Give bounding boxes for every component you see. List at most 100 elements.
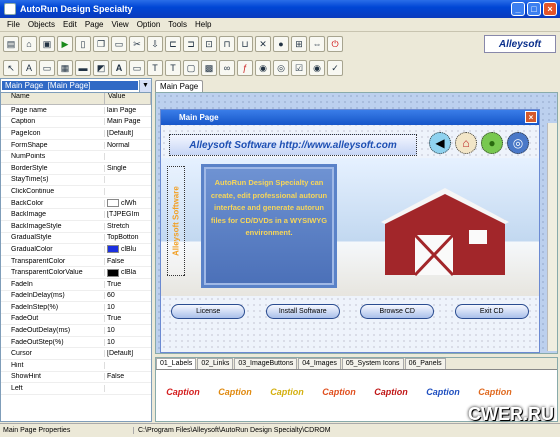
minimize-button[interactable]: _	[511, 2, 525, 16]
menu-file[interactable]: File	[3, 20, 24, 29]
property-row[interactable]: FadeOutDelay(ms) 10	[1, 325, 151, 337]
property-value[interactable]: 10	[105, 339, 151, 346]
text-box-icon[interactable]: T	[147, 60, 163, 76]
property-row[interactable]: NumPoints	[1, 151, 151, 163]
caption-sample[interactable]: Caption	[264, 378, 310, 406]
property-row[interactable]: FadeOut True	[1, 314, 151, 326]
panel-icon[interactable]: ▬	[75, 60, 91, 76]
property-row[interactable]: PageIcon [Default]	[1, 128, 151, 140]
property-row[interactable]: FormShape Normal	[1, 140, 151, 152]
copy-icon[interactable]: ❐	[93, 36, 109, 52]
property-row[interactable]: FadeOutStep(%) 10	[1, 337, 151, 349]
exit-cd-button[interactable]: Exit CD	[454, 304, 529, 319]
resize-icon[interactable]: ⊞	[291, 36, 307, 52]
align-bottom-icon[interactable]: ⊔	[237, 36, 253, 52]
back-icon[interactable]: ◀	[429, 132, 451, 154]
property-row[interactable]: Cursor [Default]	[1, 348, 151, 361]
caption-sample[interactable]: Caption	[472, 378, 518, 406]
new-icon[interactable]: ▤	[3, 36, 19, 52]
caption-sample[interactable]: Caption	[368, 378, 414, 406]
caption-sample[interactable]: Caption	[212, 378, 258, 406]
install-software-button[interactable]: Install Software	[265, 304, 340, 319]
menu-help[interactable]: Help	[191, 20, 215, 29]
property-value[interactable]: 10	[105, 304, 151, 311]
rich-text-icon[interactable]: T	[165, 60, 181, 76]
property-value[interactable]: lain Page	[105, 107, 151, 114]
tab-links[interactable]: 02_Links	[197, 358, 234, 369]
property-value[interactable]: Normal	[105, 142, 151, 149]
property-row[interactable]: TransparentColorValue clBla	[1, 267, 151, 279]
text-icon[interactable]: A	[21, 60, 37, 76]
menu-option[interactable]: Option	[133, 20, 165, 29]
tab-panels[interactable]: 06_Panels	[404, 358, 446, 369]
caption-sample[interactable]: Caption	[420, 378, 466, 406]
property-row[interactable]: FadeIn True	[1, 279, 151, 291]
property-value[interactable]: True	[105, 315, 151, 322]
shape-icon[interactable]: ◩	[93, 60, 109, 76]
close-button[interactable]: ×	[543, 2, 557, 16]
menu-page[interactable]: Page	[81, 20, 108, 29]
property-value[interactable]: Main Page	[105, 118, 151, 125]
image-button-icon[interactable]: ▩	[201, 60, 217, 76]
tab-images[interactable]: 04_Images	[298, 358, 341, 369]
lock-icon[interactable]: ●	[273, 36, 289, 52]
property-value[interactable]: Stretch	[105, 223, 151, 230]
property-row[interactable]: BackImage [TJPEGIm	[1, 209, 151, 221]
power-icon[interactable]: ⏻	[327, 36, 343, 52]
object-selector[interactable]: Main Page [Main Page] ▼	[1, 79, 151, 93]
tab-system-icons[interactable]: 05_System Icons	[341, 358, 404, 369]
property-value[interactable]: [Default]	[105, 350, 151, 357]
checkbox-icon[interactable]: ☑	[291, 60, 307, 76]
property-value[interactable]: [TJPEGIm	[105, 211, 151, 218]
property-row[interactable]: BackColor clWh	[1, 198, 151, 210]
design-canvas[interactable]: Main Page × Alleysoft Software http://ww…	[155, 92, 558, 354]
tick-icon[interactable]: ✓	[327, 60, 343, 76]
flash-icon[interactable]: ƒ	[237, 60, 253, 76]
menu-tools[interactable]: Tools	[164, 20, 191, 29]
property-row[interactable]: StayTime(s)	[1, 175, 151, 187]
maximize-button[interactable]: □	[527, 2, 541, 16]
property-row[interactable]: TransparentColor False	[1, 256, 151, 268]
menu-view[interactable]: View	[108, 20, 133, 29]
pointer-icon[interactable]: ↖	[3, 60, 19, 76]
paste-icon[interactable]: ▭	[111, 36, 127, 52]
page-icon[interactable]: ▯	[75, 36, 91, 52]
radio-icon[interactable]: ◉	[309, 60, 325, 76]
bold-text-icon[interactable]: A	[111, 60, 127, 76]
property-value[interactable]: False	[105, 258, 151, 265]
description-text[interactable]: AutoRun Design Specialty can create, edi…	[201, 164, 337, 288]
property-row[interactable]: Caption Main Page	[1, 117, 151, 129]
save-icon[interactable]: ▣	[39, 36, 55, 52]
property-row[interactable]: ClickContinue	[1, 186, 151, 198]
line-icon[interactable]: ▭	[129, 60, 145, 76]
image-icon[interactable]: ▦	[57, 60, 73, 76]
button-icon[interactable]: ▢	[183, 60, 199, 76]
tab-image-buttons[interactable]: 03_ImageButtons	[234, 358, 298, 369]
browser-icon[interactable]: ◎	[273, 60, 289, 76]
side-label[interactable]: Alleysoft Software	[167, 166, 185, 276]
property-row[interactable]: Page name lain Page	[1, 105, 151, 117]
tab-main-page[interactable]: Main Page	[155, 80, 204, 92]
align-top-icon[interactable]: ⊓	[219, 36, 235, 52]
menu-edit[interactable]: Edit	[59, 20, 81, 29]
property-value[interactable]: clBla	[105, 268, 151, 277]
property-value[interactable]: clWh	[105, 199, 151, 208]
home-icon[interactable]: ⌂	[455, 132, 477, 154]
import-icon[interactable]: ⇩	[147, 36, 163, 52]
label-icon[interactable]: ▭	[39, 60, 55, 76]
globe-icon[interactable]: ◎	[507, 132, 529, 154]
property-row[interactable]: GradualColor clBlu	[1, 244, 151, 256]
tab-labels[interactable]: 01_Labels	[156, 358, 197, 369]
caption-sample[interactable]: Caption	[316, 378, 362, 406]
property-row[interactable]: ShowHint False	[1, 372, 151, 384]
property-value[interactable]: True	[105, 281, 151, 288]
spacing-icon[interactable]: ⇔	[309, 36, 325, 52]
browse-cd-button[interactable]: Browse CD	[360, 304, 435, 319]
property-value[interactable]: 10	[105, 327, 151, 334]
apple-icon[interactable]: ●	[481, 132, 503, 154]
property-value[interactable]: False	[105, 373, 151, 380]
menu-objects[interactable]: Objects	[24, 20, 59, 29]
align-right-icon[interactable]: ⊐	[183, 36, 199, 52]
license-button[interactable]: License	[171, 304, 246, 319]
property-value[interactable]: Single	[105, 165, 151, 172]
